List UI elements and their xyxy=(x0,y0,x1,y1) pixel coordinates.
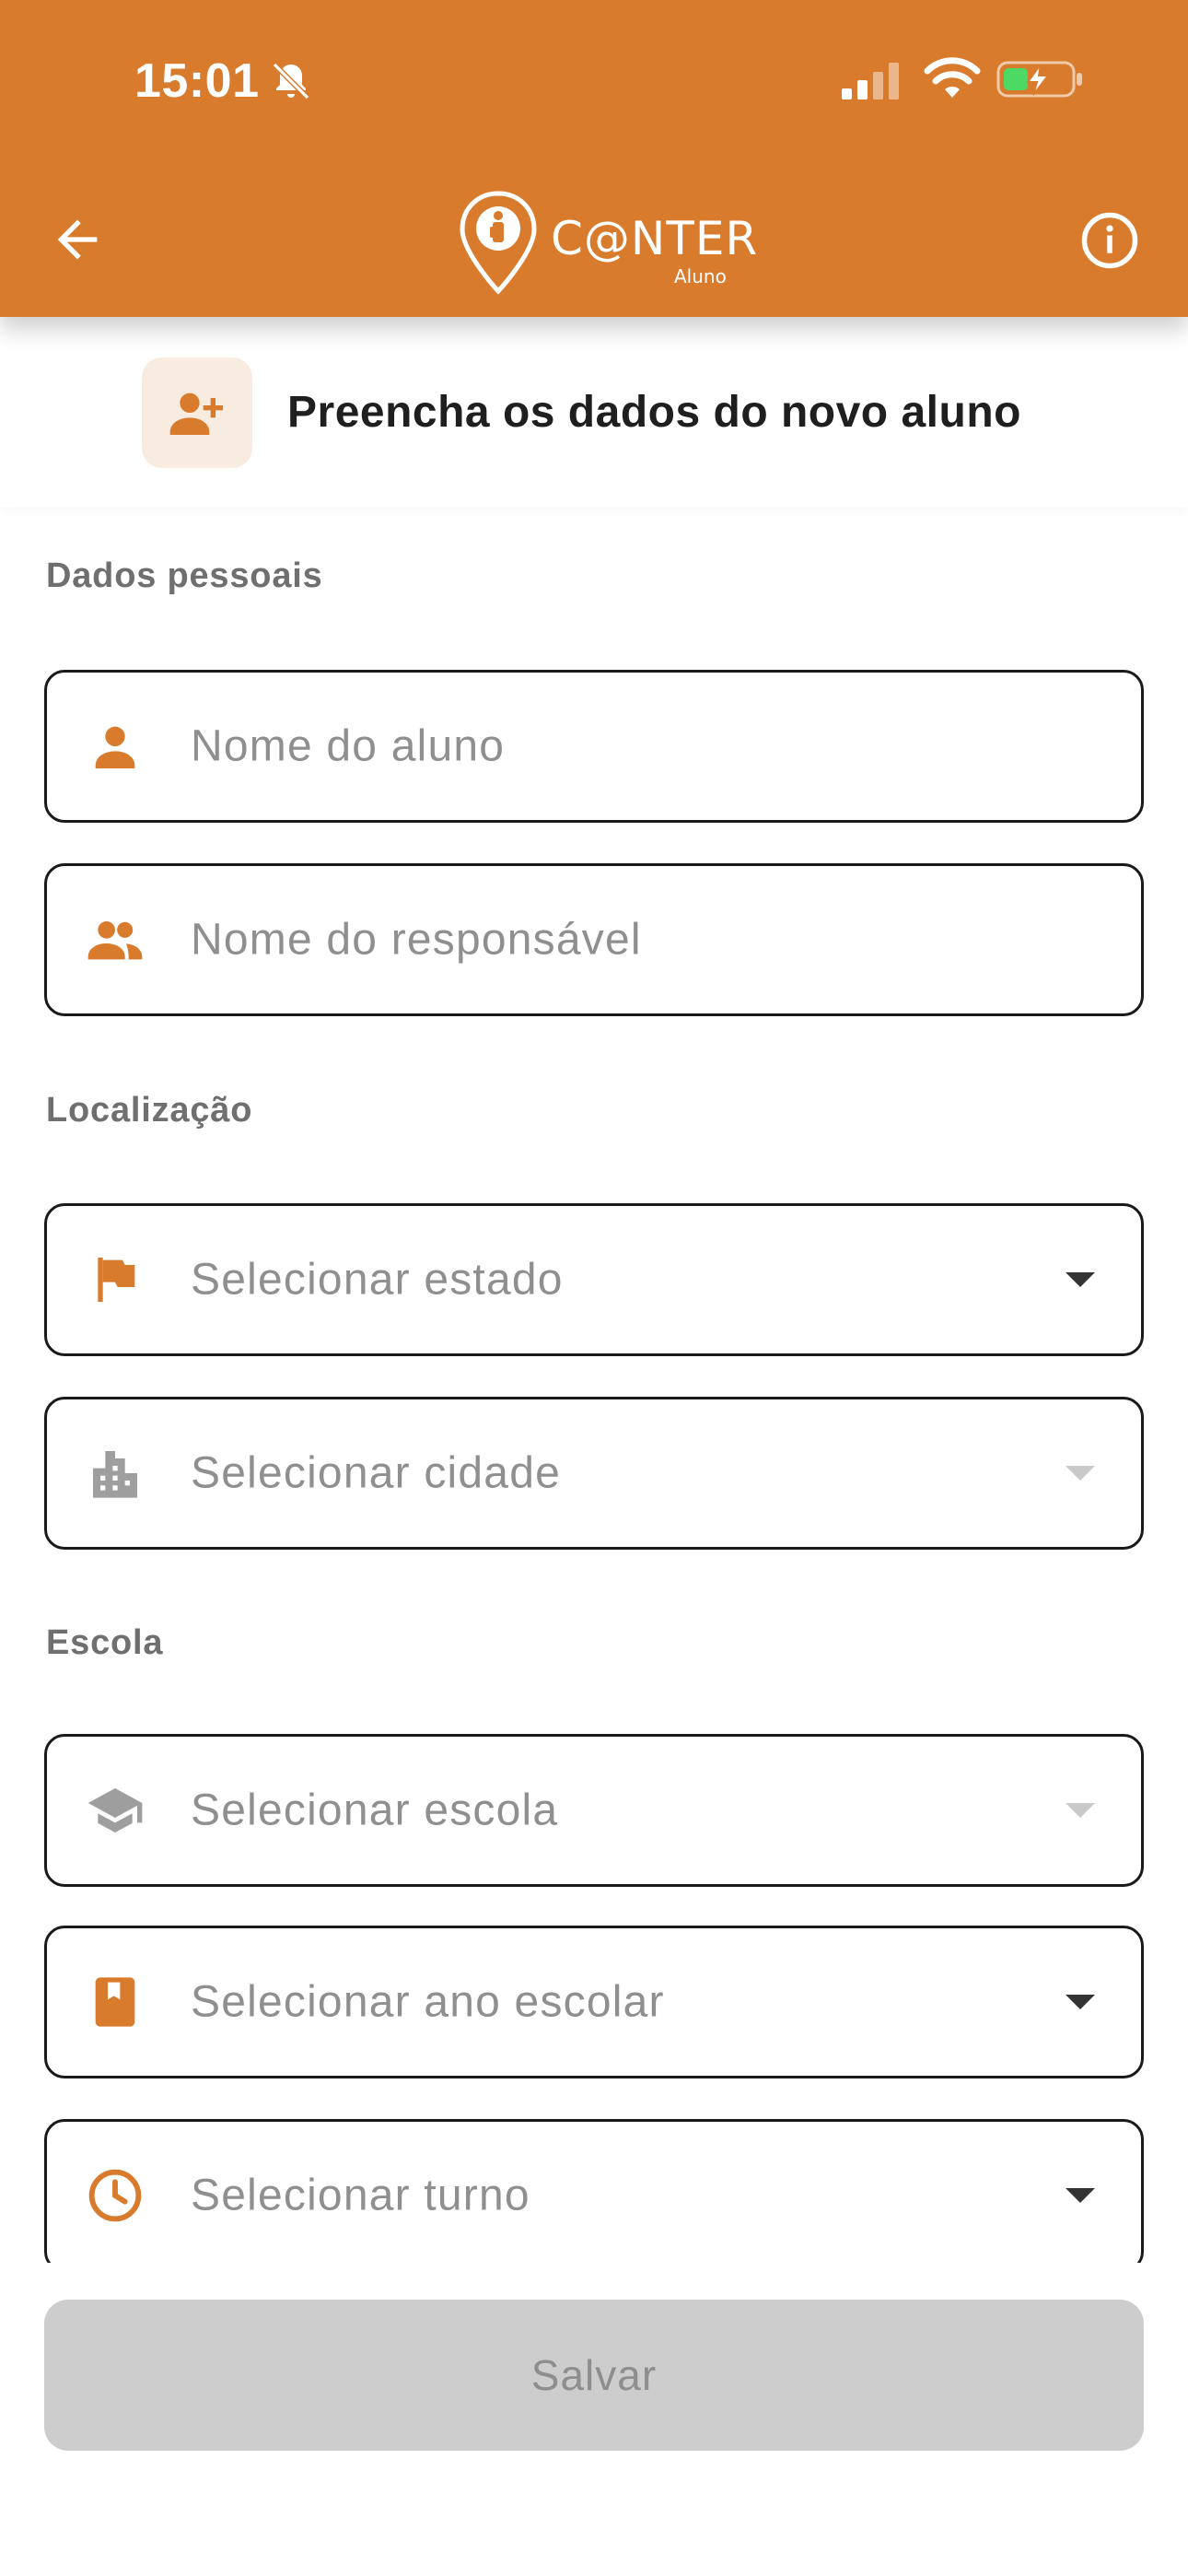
school-placeholder: Selecionar escola xyxy=(191,1786,559,1835)
section-heading-school: Escola xyxy=(46,1623,164,1662)
state-select[interactable]: Selecionar estado xyxy=(44,1203,1144,1356)
form-title-strip: Preencha os dados do novo aluno xyxy=(0,317,1188,507)
state-placeholder: Selecionar estado xyxy=(191,1255,564,1305)
chevron-down-icon xyxy=(1066,1803,1095,1818)
page-title: Preencha os dados do novo aluno xyxy=(287,388,1021,437)
graduation-cap-icon xyxy=(87,1788,143,1832)
shift-placeholder: Selecionar turno xyxy=(191,2171,530,2220)
cellular-signal-icon xyxy=(842,63,899,100)
save-button[interactable]: Salvar xyxy=(44,2300,1144,2451)
logo-subtext: Aluno xyxy=(674,265,727,287)
person-add-icon xyxy=(169,392,223,435)
info-button[interactable] xyxy=(1079,210,1140,271)
section-heading-location: Localização xyxy=(46,1091,253,1130)
student-name-placeholder: Nome do aluno xyxy=(191,721,506,771)
city-icon xyxy=(93,1451,137,1498)
chevron-down-icon xyxy=(1066,1466,1095,1481)
app-header: 15:01 C@NTER Aluno xyxy=(0,0,1188,317)
guardian-name-input[interactable]: Nome do responsável xyxy=(44,863,1144,1016)
chevron-down-icon xyxy=(1066,2188,1095,2203)
bell-muted-icon xyxy=(272,62,310,100)
city-placeholder: Selecionar cidade xyxy=(191,1448,561,1498)
battery-charging-icon xyxy=(996,61,1082,98)
grade-select[interactable]: Selecionar ano escolar xyxy=(44,1926,1144,2078)
city-select[interactable]: Selecionar cidade xyxy=(44,1397,1144,1550)
flag-icon xyxy=(98,1258,135,1302)
student-name-input[interactable]: Nome do aluno xyxy=(44,670,1144,823)
app-logo: C@NTER Aluno xyxy=(457,190,757,299)
school-select[interactable]: Selecionar escola xyxy=(44,1734,1144,1887)
logo-text: C@NTER xyxy=(551,212,759,265)
person-icon xyxy=(95,726,135,768)
shift-select[interactable]: Selecionar turno xyxy=(44,2119,1144,2272)
people-icon xyxy=(87,921,143,960)
grade-placeholder: Selecionar ano escolar xyxy=(191,1977,665,2027)
section-heading-personal: Dados pessoais xyxy=(46,556,323,595)
status-time: 15:01 xyxy=(134,54,260,108)
location-pin-logo-icon xyxy=(460,191,537,295)
guardian-name-placeholder: Nome do responsável xyxy=(191,915,642,965)
wifi-icon xyxy=(924,57,981,98)
title-icon-box xyxy=(142,357,252,468)
back-button[interactable] xyxy=(48,210,107,269)
clock-icon xyxy=(88,2169,142,2222)
book-icon xyxy=(95,1977,135,2027)
chevron-down-icon xyxy=(1066,1272,1095,1287)
chevron-down-icon xyxy=(1066,1995,1095,2009)
